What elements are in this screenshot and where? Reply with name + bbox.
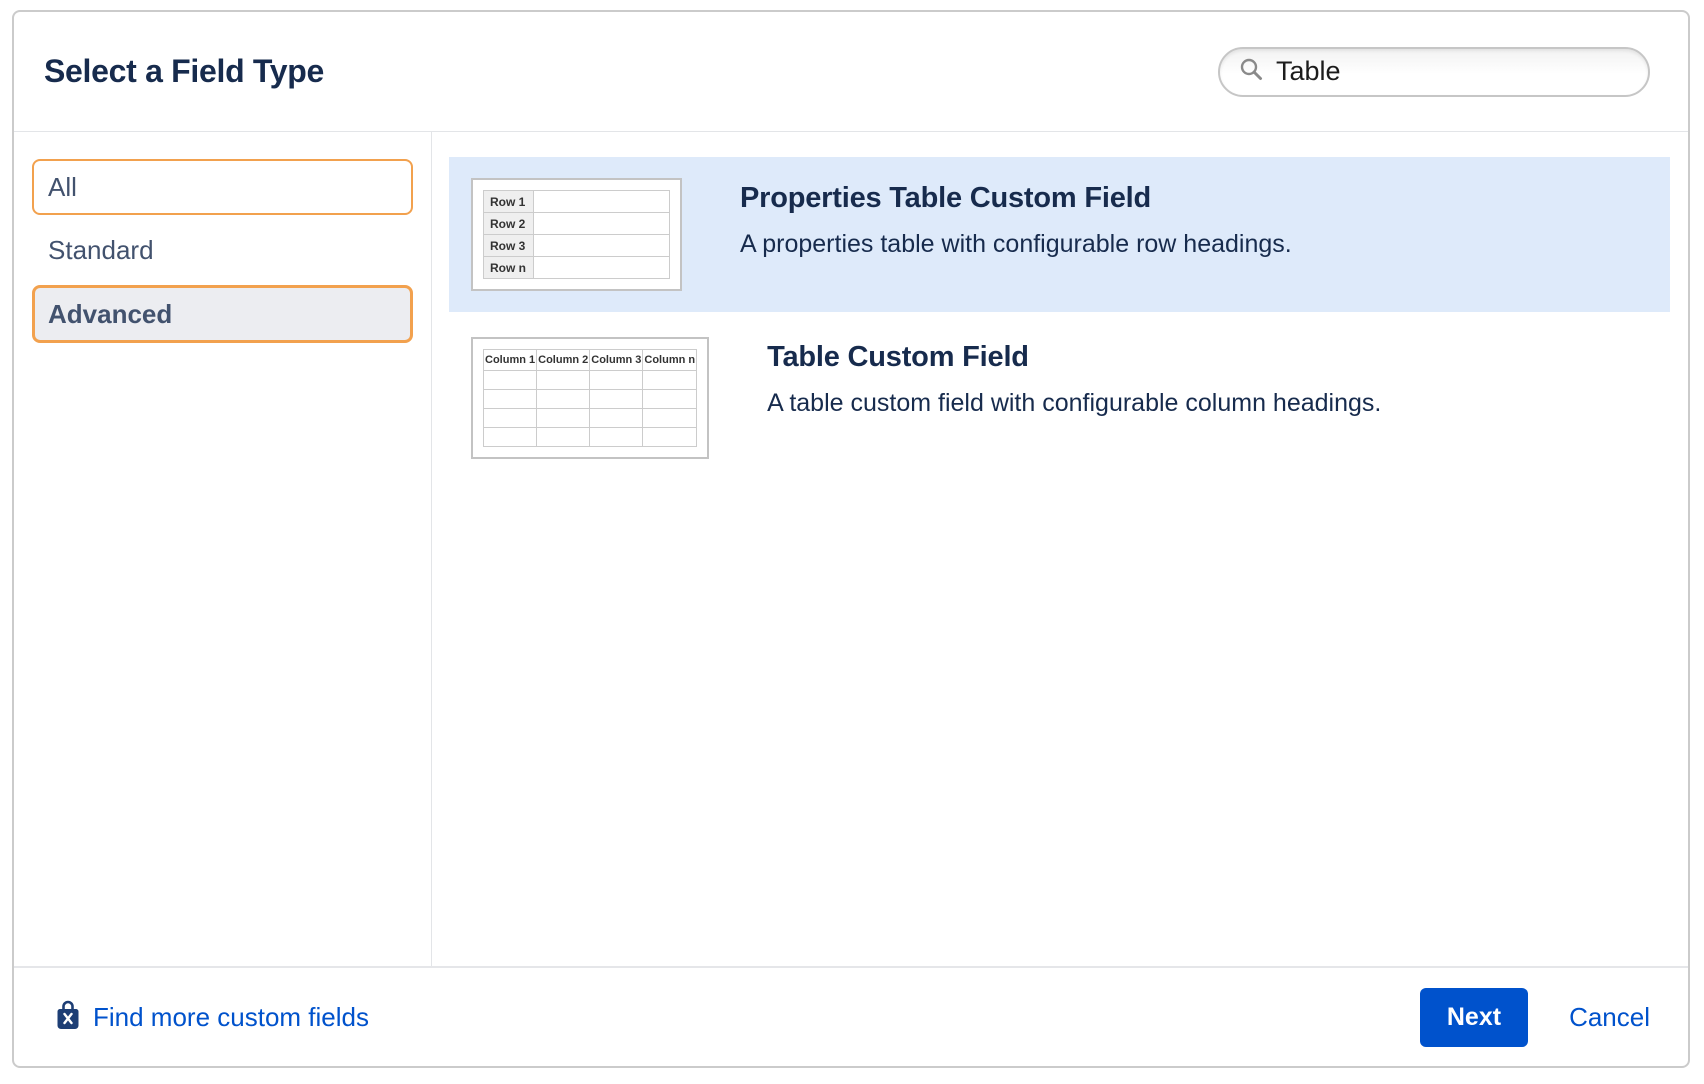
dialog-header: Select a Field Type [14, 12, 1688, 132]
field-text-block: Properties Table Custom Field A properti… [740, 178, 1292, 259]
field-description: A table custom field with configurable c… [767, 389, 1381, 418]
table-preview-thumbnail: Column 1 Column 2 Column 3 Column n [471, 337, 709, 459]
search-input[interactable] [1276, 56, 1630, 87]
list-item-properties-table-custom-field[interactable]: Row 1 Row 2 Row 3 Row n Properties Table… [449, 157, 1670, 312]
preview-row-label: Row 3 [484, 235, 534, 257]
field-title: Properties Table Custom Field [740, 182, 1292, 215]
page-title: Select a Field Type [44, 53, 324, 90]
preview-column-label: Column n [643, 350, 697, 371]
search-icon [1238, 56, 1276, 87]
preview-row-label: Row n [484, 257, 534, 279]
sidebar-item-advanced[interactable]: Advanced [32, 285, 413, 343]
preview-table: Row 1 Row 2 Row 3 Row n [483, 190, 670, 279]
preview-column-label: Column 2 [537, 350, 590, 371]
sidebar-item-all[interactable]: All [32, 159, 413, 215]
preview-column-label: Column 1 [484, 350, 537, 371]
sidebar-item-standard[interactable]: Standard [32, 222, 413, 278]
next-button[interactable]: Next [1420, 988, 1528, 1047]
field-text-block: Table Custom Field A table custom field … [767, 337, 1381, 418]
properties-table-preview-thumbnail: Row 1 Row 2 Row 3 Row n [471, 178, 682, 291]
field-description: A properties table with configurable row… [740, 230, 1292, 259]
field-type-list: Row 1 Row 2 Row 3 Row n Properties Table… [432, 132, 1688, 966]
cancel-button[interactable]: Cancel [1569, 1002, 1650, 1033]
find-more-custom-fields-label[interactable]: Find more custom fields [93, 1002, 369, 1033]
find-more-custom-fields-link[interactable]: Find more custom fields [56, 1000, 369, 1035]
preview-row-label: Row 1 [484, 191, 534, 213]
list-item-table-custom-field[interactable]: Column 1 Column 2 Column 3 Column n Tabl… [449, 316, 1670, 480]
field-type-filter-sidebar: All Standard Advanced [14, 132, 432, 966]
dialog-body: All Standard Advanced Row 1 Row 2 Row 3 … [14, 132, 1688, 966]
sidebar-item-label: Advanced [48, 299, 172, 329]
field-title: Table Custom Field [767, 341, 1381, 374]
search-box[interactable] [1218, 47, 1650, 97]
preview-table: Column 1 Column 2 Column 3 Column n [483, 349, 697, 447]
sidebar-item-label: Standard [48, 235, 154, 265]
select-field-type-dialog: Select a Field Type All Standard Advance… [12, 10, 1690, 1068]
preview-row-label: Row 2 [484, 213, 534, 235]
marketplace-bag-icon [56, 1000, 93, 1035]
sidebar-item-label: All [48, 172, 77, 202]
dialog-footer: Find more custom fields Next Cancel [14, 966, 1688, 1066]
preview-column-label: Column 3 [590, 350, 643, 371]
